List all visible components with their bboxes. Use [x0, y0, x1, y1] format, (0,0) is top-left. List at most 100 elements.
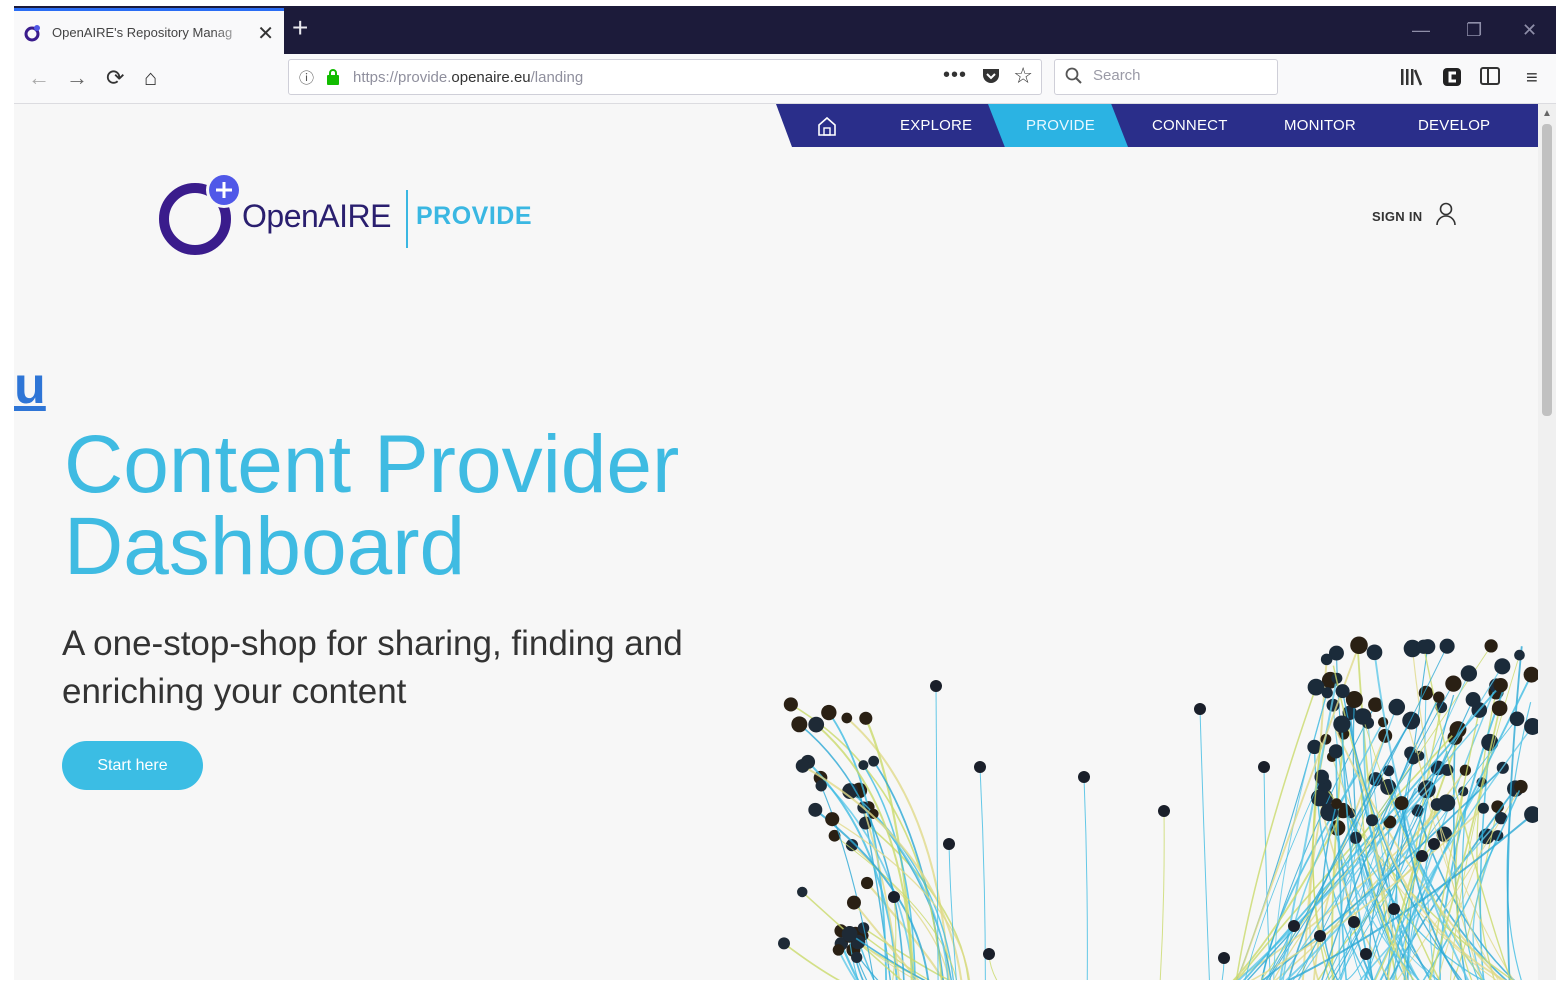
- site-nav-bar: EXPLORE PROVIDE CONNECT MONITOR DEVELOP: [776, 104, 1538, 147]
- home-icon[interactable]: ⌂: [144, 66, 157, 90]
- node-dot: [797, 886, 808, 898]
- node-dot: [808, 802, 823, 817]
- forward-icon[interactable]: →: [66, 66, 88, 90]
- start-here-button[interactable]: Start here: [62, 741, 203, 790]
- node-dot: [1320, 653, 1333, 666]
- nav-connect[interactable]: CONNECT: [1152, 104, 1228, 147]
- node-dot: [1078, 771, 1090, 783]
- page-scrollbar[interactable]: ▲: [1538, 104, 1556, 980]
- hero-title-line-1: Content Provider: [64, 419, 680, 510]
- nav-monitor[interactable]: MONITOR: [1284, 104, 1356, 147]
- node-dot: [1494, 658, 1511, 675]
- minimize-icon[interactable]: —: [1412, 20, 1430, 41]
- network-illustration: [778, 636, 1538, 980]
- node-dot: [1438, 794, 1456, 812]
- nav-develop[interactable]: DEVELOP: [1418, 104, 1490, 147]
- nav-explore[interactable]: EXPLORE: [900, 104, 972, 147]
- strand-line: [1199, 708, 1210, 980]
- node-dot: [868, 755, 880, 767]
- node-dot: [1333, 715, 1351, 733]
- overlay-link-fragment[interactable]: u: [14, 356, 46, 416]
- node-dot: [1523, 666, 1538, 683]
- node-dot: [1460, 665, 1478, 682]
- node-dot: [1416, 850, 1428, 862]
- node-dot: [1465, 692, 1481, 707]
- node-dot: [1158, 805, 1170, 817]
- web-page: EXPLORE PROVIDE CONNECT MONITOR DEVELOP …: [14, 104, 1538, 980]
- node-dot: [858, 760, 869, 771]
- node-dot: [1514, 649, 1525, 661]
- sign-in-label: SIGN IN: [1372, 209, 1423, 224]
- node-dot: [1433, 691, 1445, 703]
- node-dot: [1394, 796, 1409, 811]
- hero-title-line-2: Dashboard: [64, 501, 466, 592]
- node-dot: [1388, 903, 1400, 915]
- url-text[interactable]: https://provide.openaire.eu/landing: [353, 69, 583, 86]
- menu-icon[interactable]: ≡: [1526, 67, 1538, 90]
- node-dot: [1194, 703, 1206, 715]
- node-dot: [974, 761, 986, 773]
- openaire-logo-icon: [159, 172, 242, 255]
- node-dot: [1366, 644, 1383, 661]
- logo-divider: [406, 190, 408, 248]
- strand-line: [979, 766, 986, 980]
- node-dot: [1218, 952, 1230, 964]
- browser-toolbar: ← → ⟳ ⌂ ⓘ https://provide.openaire.eu/la…: [14, 54, 1556, 104]
- tab-strip: OpenAIRE's Repository Manag ✕ + — ❐ ✕: [14, 6, 1556, 54]
- node-dot: [1514, 779, 1528, 794]
- node-dot: [783, 697, 798, 712]
- url-bar[interactable]: ⓘ https://provide.openaire.eu/landing ••…: [288, 59, 1042, 95]
- node-dot: [846, 895, 861, 910]
- node-dot: [795, 759, 810, 773]
- node-dot: [983, 948, 995, 960]
- node-dot: [841, 712, 853, 724]
- logo-product-name: PROVIDE: [416, 202, 533, 230]
- node-dot: [1445, 675, 1462, 692]
- node-dot: [943, 838, 955, 850]
- library-icon[interactable]: [1400, 67, 1423, 92]
- sign-in-link[interactable]: SIGN IN: [1372, 202, 1457, 231]
- browser-tab[interactable]: OpenAIRE's Repository Manag ✕: [14, 8, 284, 54]
- window-close-icon[interactable]: ✕: [1522, 20, 1537, 41]
- sidebar-icon[interactable]: [1480, 67, 1500, 90]
- node-dot: [1331, 798, 1342, 810]
- node-dot: [825, 812, 840, 827]
- node-dot: [1477, 802, 1489, 814]
- node-dot: [1258, 761, 1270, 773]
- node-dot: [1314, 930, 1326, 942]
- site-home-icon[interactable]: [816, 115, 838, 142]
- lock-icon[interactable]: [325, 68, 341, 91]
- openaire-provide-logo[interactable]: OpenAIRE PROVIDE: [158, 164, 558, 264]
- info-icon[interactable]: ⓘ: [299, 67, 314, 88]
- node-dot: [1360, 948, 1372, 960]
- node-dot: [930, 680, 942, 692]
- close-tab-icon[interactable]: ✕: [257, 21, 274, 46]
- scrollbar-thumb[interactable]: [1542, 124, 1552, 416]
- node-dot: [860, 876, 874, 890]
- page-actions-icon[interactable]: •••: [943, 64, 967, 87]
- node-dot: [1509, 711, 1525, 727]
- search-input[interactable]: [1091, 66, 1265, 85]
- node-dot: [1348, 916, 1360, 928]
- pocket-icon[interactable]: [981, 67, 1001, 90]
- node-dot: [1354, 708, 1371, 725]
- new-tab-icon[interactable]: +: [292, 14, 308, 42]
- reload-icon[interactable]: ⟳: [106, 66, 124, 90]
- back-icon[interactable]: ←: [28, 66, 50, 90]
- node-dot: [1439, 638, 1455, 654]
- node-dot: [1377, 716, 1389, 728]
- extension-icon[interactable]: [1442, 67, 1462, 92]
- bookmark-star-icon[interactable]: ☆: [1013, 63, 1033, 89]
- search-box[interactable]: [1054, 59, 1278, 95]
- node-dot: [859, 711, 873, 725]
- scroll-up-icon[interactable]: ▲: [1542, 108, 1552, 119]
- node-dot: [1366, 814, 1379, 827]
- node-dot: [1388, 698, 1406, 716]
- nav-provide[interactable]: PROVIDE: [1026, 104, 1095, 147]
- search-icon: [1065, 67, 1083, 90]
- node-dot: [1484, 639, 1498, 653]
- node-dot: [1428, 838, 1440, 850]
- node-dot: [791, 716, 808, 733]
- node-dot: [1288, 920, 1300, 932]
- restore-icon[interactable]: ❐: [1466, 20, 1482, 41]
